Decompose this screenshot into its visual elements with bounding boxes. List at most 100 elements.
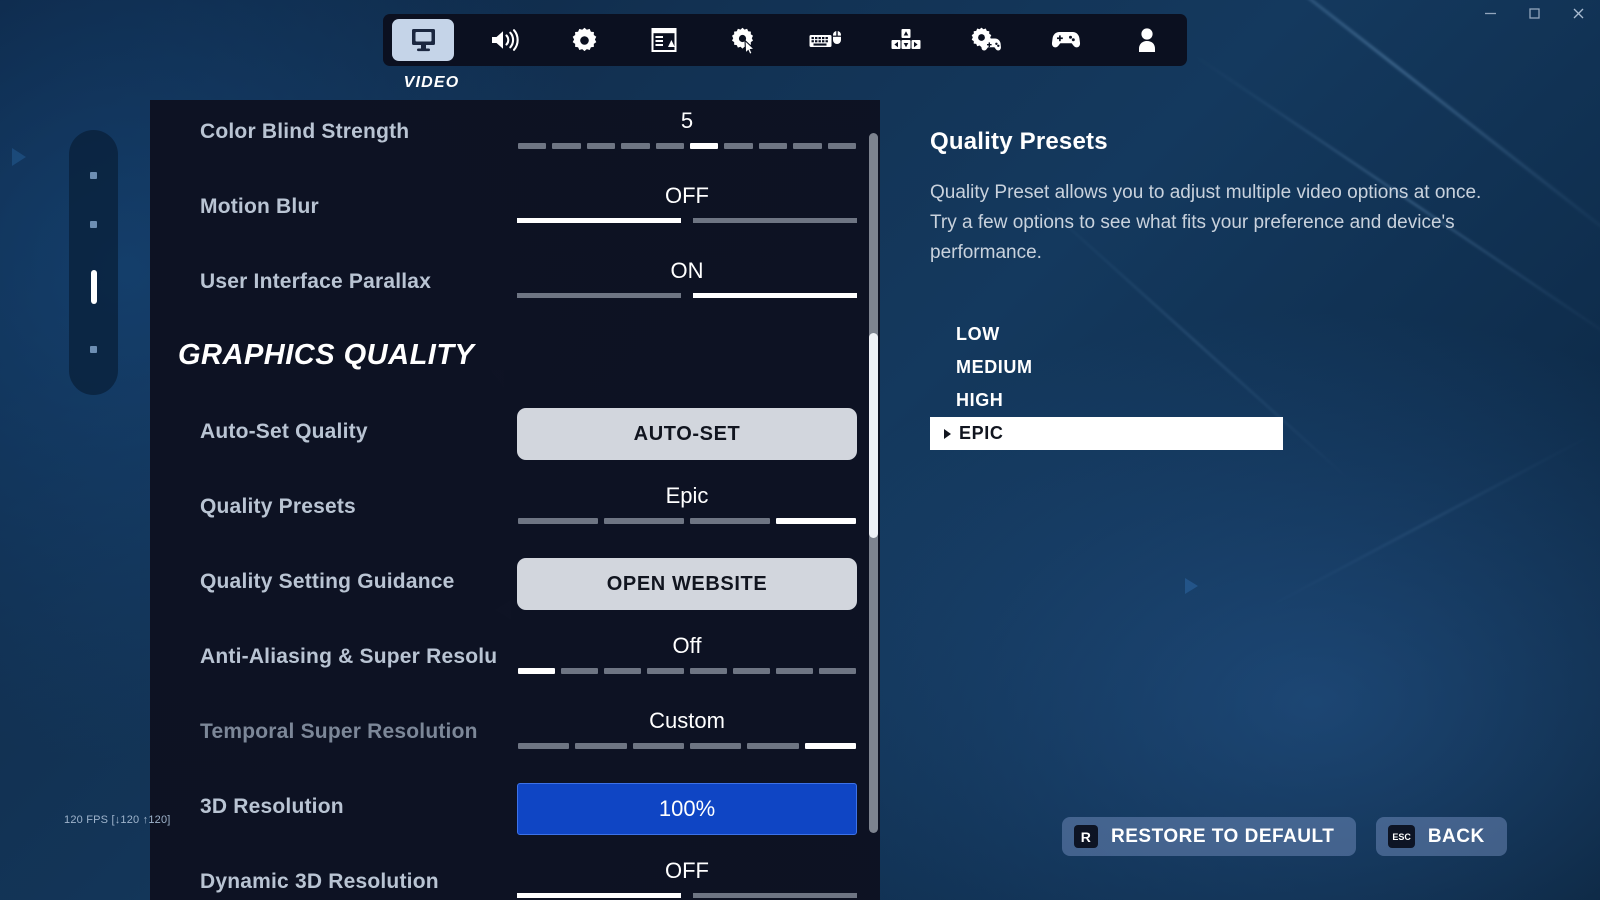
slider-segment[interactable] bbox=[747, 743, 799, 749]
selected-value-3d-resolution[interactable]: 100% bbox=[517, 783, 857, 835]
setting-control-auto-set-quality[interactable]: AUTO-SET bbox=[517, 406, 857, 460]
setting-control-user-interface-parallax[interactable]: ON bbox=[517, 256, 857, 298]
setting-row-dynamic-3d-resolution[interactable]: Dynamic 3D Resolution OFF bbox=[150, 850, 860, 900]
slider-segment[interactable] bbox=[518, 143, 547, 149]
scrollbar-thumb[interactable] bbox=[869, 333, 878, 538]
restore-to-default-button[interactable]: R RESTORE TO DEFAULT bbox=[1062, 817, 1357, 856]
setting-value-anti-aliasing-super-resolution: Off bbox=[672, 633, 702, 658]
slider-temporal-super-resolution[interactable] bbox=[517, 743, 857, 749]
setting-row-color-blind-strength[interactable]: Color Blind Strength 5 bbox=[150, 100, 860, 175]
slider-segment[interactable] bbox=[758, 143, 788, 149]
slider-segment[interactable] bbox=[552, 143, 581, 149]
setting-value-quality-presets: Epic bbox=[665, 483, 709, 508]
slider-segment[interactable] bbox=[827, 143, 857, 149]
slider-segment[interactable] bbox=[819, 668, 856, 674]
maximize-icon[interactable] bbox=[1512, 0, 1556, 26]
setting-control-dynamic-3d-resolution[interactable]: OFF bbox=[517, 856, 857, 898]
setting-row-anti-aliasing-super-resolution[interactable]: Anti-Aliasing & Super Resolu Off bbox=[150, 625, 860, 700]
slider-segment[interactable] bbox=[733, 668, 770, 674]
info-title: Quality Presets bbox=[930, 128, 1108, 155]
toggle-off-half[interactable] bbox=[517, 293, 681, 298]
page-dot-4[interactable] bbox=[90, 346, 97, 353]
setting-label-dynamic-3d-resolution: Dynamic 3D Resolution bbox=[200, 870, 439, 893]
slider-segment[interactable] bbox=[690, 668, 727, 674]
preset-option-low[interactable]: LOW bbox=[930, 318, 1283, 351]
setting-control-anti-aliasing-super-resolution[interactable]: Off bbox=[517, 631, 857, 674]
slider-segment[interactable] bbox=[776, 668, 813, 674]
slider-segment[interactable] bbox=[604, 518, 684, 524]
slider-segment[interactable] bbox=[793, 143, 822, 149]
setting-row-quality-setting-guidance[interactable]: Quality Setting Guidance OPEN WEBSITE bbox=[150, 550, 860, 625]
slider-segment[interactable] bbox=[518, 743, 570, 749]
setting-label-auto-set-quality: Auto-Set Quality bbox=[200, 420, 368, 443]
slider-segment[interactable] bbox=[632, 743, 684, 749]
toggle-on-half[interactable] bbox=[693, 293, 857, 298]
slider-segment[interactable] bbox=[690, 518, 770, 524]
slider-segment[interactable] bbox=[804, 743, 856, 749]
page-dot-2[interactable] bbox=[90, 221, 97, 228]
slider-quality-presets[interactable] bbox=[517, 518, 857, 524]
info-description: Quality Preset allows you to adjust mult… bbox=[930, 182, 1482, 263]
selection-caret-icon bbox=[944, 428, 951, 439]
slider-segment[interactable] bbox=[575, 743, 627, 749]
preset-option-label: MEDIUM bbox=[956, 357, 1033, 377]
setting-control-temporal-super-resolution[interactable]: Custom bbox=[517, 706, 857, 749]
preset-option-label: EPIC bbox=[959, 423, 1004, 443]
setting-label-quality-presets: Quality Presets bbox=[200, 495, 356, 518]
slider-segment[interactable] bbox=[604, 668, 641, 674]
page-dot-1[interactable] bbox=[90, 172, 97, 179]
slider-segment[interactable] bbox=[724, 143, 753, 149]
setting-label-color-blind-strength: Color Blind Strength bbox=[200, 120, 410, 143]
button-quality-setting-guidance[interactable]: OPEN WEBSITE bbox=[517, 558, 857, 610]
setting-control-quality-presets[interactable]: Epic bbox=[517, 481, 857, 524]
setting-control-motion-blur[interactable]: OFF bbox=[517, 181, 857, 223]
back-label: BACK bbox=[1427, 825, 1485, 847]
toggle-on-half[interactable] bbox=[693, 218, 857, 223]
slider-segment[interactable] bbox=[586, 143, 616, 149]
setting-row-motion-blur[interactable]: Motion Blur OFF bbox=[150, 175, 860, 250]
slider-anti-aliasing-super-resolution[interactable] bbox=[517, 668, 857, 674]
action-bar: R RESTORE TO DEFAULT ESC BACK bbox=[1062, 817, 1507, 856]
close-icon[interactable] bbox=[1556, 0, 1600, 26]
setting-control-color-blind-strength[interactable]: 5 bbox=[517, 106, 857, 149]
slider-segment[interactable] bbox=[776, 518, 856, 524]
slider-segment[interactable] bbox=[690, 143, 719, 149]
preset-option-medium[interactable]: MEDIUM bbox=[930, 351, 1283, 384]
slider-segment[interactable] bbox=[518, 518, 598, 524]
slider-segment[interactable] bbox=[621, 143, 650, 149]
toggle-motion-blur[interactable] bbox=[517, 218, 857, 223]
slider-segment[interactable] bbox=[689, 743, 742, 749]
slider-segment[interactable] bbox=[647, 668, 684, 674]
setting-row-3d-resolution[interactable]: 3D Resolution 100% bbox=[150, 775, 860, 850]
setting-row-temporal-super-resolution[interactable]: Temporal Super Resolution Custom bbox=[150, 700, 860, 775]
slider-segment[interactable] bbox=[561, 668, 598, 674]
setting-row-quality-presets[interactable]: Quality Presets Epic bbox=[150, 475, 860, 550]
slider-segment[interactable] bbox=[655, 143, 685, 149]
slider-segment[interactable] bbox=[518, 668, 555, 674]
settings-rows: Color Blind Strength 5 Motion Blur OFF User … bbox=[150, 100, 860, 900]
setting-value-motion-blur: OFF bbox=[665, 183, 709, 208]
minimize-icon[interactable] bbox=[1468, 0, 1512, 26]
back-button[interactable]: ESC BACK bbox=[1376, 817, 1507, 856]
toggle-off-half[interactable] bbox=[517, 218, 681, 223]
setting-row-auto-set-quality[interactable]: Auto-Set Quality AUTO-SET bbox=[150, 400, 860, 475]
preset-option-epic[interactable]: EPIC bbox=[930, 417, 1283, 450]
fps-counter: 120 FPS [↓120 ↑120] bbox=[64, 814, 171, 826]
settings-panel: Color Blind Strength 5 Motion Blur OFF User … bbox=[150, 100, 880, 900]
toggle-dynamic-3d-resolution[interactable] bbox=[517, 893, 857, 898]
setting-label-temporal-super-resolution: Temporal Super Resolution bbox=[200, 720, 478, 743]
setting-control-3d-resolution[interactable]: 100% bbox=[517, 781, 857, 835]
toggle-on-half[interactable] bbox=[693, 893, 857, 898]
page-indicator[interactable] bbox=[69, 130, 118, 395]
slider-color-blind-strength[interactable] bbox=[517, 143, 857, 149]
setting-row-user-interface-parallax[interactable]: User Interface Parallax ON bbox=[150, 250, 860, 325]
active-tab-label: VIDEO bbox=[403, 74, 460, 91]
setting-label-3d-resolution: 3D Resolution bbox=[200, 795, 344, 818]
setting-control-quality-setting-guidance[interactable]: OPEN WEBSITE bbox=[517, 556, 857, 610]
page-dot-3-active[interactable] bbox=[90, 270, 97, 304]
preset-option-high[interactable]: HIGH bbox=[930, 384, 1283, 417]
toggle-user-interface-parallax[interactable] bbox=[517, 293, 857, 298]
preset-option-list[interactable]: LOW MEDIUM HIGH EPIC bbox=[930, 318, 1530, 450]
toggle-off-half[interactable] bbox=[517, 893, 681, 898]
button-auto-set-quality[interactable]: AUTO-SET bbox=[517, 408, 857, 460]
